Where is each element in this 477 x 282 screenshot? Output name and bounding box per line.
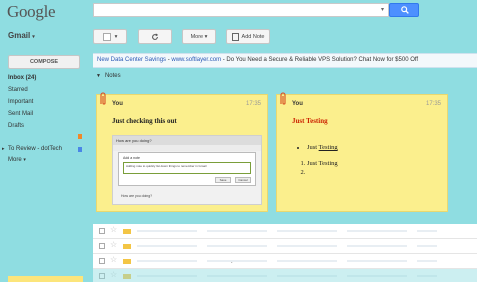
row-checkbox[interactable] [99,273,105,279]
note-author: You [292,101,303,107]
message-list: ☆ ☆ ☆ . ☆ [93,224,477,282]
add-note-button[interactable]: Add Note [226,29,270,44]
gmail-app-menu[interactable]: Gmail ▾ [8,31,35,40]
important-marker-icon[interactable] [123,229,131,234]
note-icon [231,32,239,41]
refresh-button[interactable] [138,29,172,44]
ad-title[interactable]: New Data Center Savings [97,57,166,63]
label-color-blue[interactable] [78,147,82,152]
expand-arrow-icon[interactable]: ▸ [2,146,5,152]
note-timestamp: 17:35 [245,101,261,107]
important-marker-icon[interactable] [123,259,131,264]
star-icon[interactable]: ☆ [110,270,117,279]
chevron-down-icon: ▾ [23,157,26,163]
list-item: Just Testing [307,159,338,168]
note-card[interactable]: You 17:35 Just checking this out How are… [96,92,268,212]
row-checkbox[interactable] [99,228,105,234]
bullet-underlined-text: Testing [318,144,338,151]
note-card[interactable]: You 17:35 Just Testing Just Testing Just… [276,92,448,212]
gmail-label: Gmail [8,31,31,40]
sidebar-bottom-note [8,276,83,282]
note-title: Just Testing [292,117,328,125]
row-preview [137,260,437,262]
ad-description: - Do You Need a Secure & Reliable VPS So… [221,57,419,63]
notes-section-label: Notes [104,73,121,79]
row-preview [137,245,437,247]
screenshot-dialog: Add a note Adding note to quickly list d… [118,152,256,186]
sidebar-item-more[interactable]: More ▾ [8,157,26,163]
row-preview [137,230,437,232]
refresh-icon [152,32,159,40]
sidebar-item-drafts[interactable]: Drafts [8,123,24,129]
notes-section-toggle[interactable]: ▼ Notes [96,73,121,79]
star-icon[interactable]: ☆ [110,255,117,264]
table-row[interactable]: ☆ [93,239,477,254]
paperclip-icon [100,92,106,105]
ad-url[interactable]: www.softlayer.com [171,57,221,63]
search-input[interactable] [93,3,389,17]
note-title: Just checking this out [112,117,177,125]
paperclip-icon [280,92,286,105]
search-button[interactable] [389,3,419,17]
note-numbered-list: Just Testing [307,159,338,177]
compose-button[interactable]: COMPOSE [8,55,80,69]
bullet-text: Just [307,144,319,151]
note-author: You [112,101,123,107]
table-row[interactable]: ☆ [93,269,477,282]
note-screenshot-image: How are you doing? Add a note Adding not… [112,135,262,205]
screenshot-caption: How are you doing? [121,194,153,198]
row-text: . [231,259,233,265]
sidebar-item-label-to-review[interactable]: To Review - dotTech [8,146,62,152]
table-row[interactable]: ☆ . [93,254,477,269]
sidebar-item-sent-mail[interactable]: Sent Mail [8,111,33,117]
label-color-orange[interactable] [78,134,82,139]
star-icon[interactable]: ☆ [110,225,117,234]
more-label: More [8,157,22,163]
note-timestamp: 17:35 [425,101,441,107]
list-item: Just Testing [307,143,338,152]
search-icon [401,6,409,14]
note-bullet-list: Just Testing [307,143,338,152]
important-marker-icon[interactable] [123,244,131,249]
checkbox-icon [102,32,111,41]
important-marker-icon[interactable] [123,274,131,279]
select-checkbox-button[interactable]: ▾ [93,29,127,44]
collapse-triangle-icon: ▼ [96,73,101,79]
screenshot-save-button: Save [215,177,231,183]
screenshot-title: How are you doing? [113,136,261,145]
star-icon[interactable]: ☆ [110,240,117,249]
more-button-label: More [190,33,204,40]
chevron-down-icon: ▾ [114,33,118,40]
screenshot-note-field: Adding note to quickly list down things … [123,162,251,174]
screenshot-cancel-button: Cancel [235,177,251,183]
chevron-down-icon: ▾ [32,34,35,40]
screenshot-dialog-label: Add a note [123,156,140,160]
row-checkbox[interactable] [99,243,105,249]
row-checkbox[interactable] [99,258,105,264]
sidebar-item-inbox[interactable]: Inbox (24) [8,75,36,81]
sidebar-item-starred[interactable]: Starred [8,87,28,93]
screenshot-toolbar [113,145,261,151]
google-logo[interactable]: Google [7,2,56,22]
sponsored-ad[interactable]: New Data Center Savings - www.softlayer.… [93,53,477,68]
search-options-caret-icon[interactable]: ▾ [381,6,384,13]
row-preview [137,275,437,277]
chevron-down-icon: ▾ [204,33,208,40]
sidebar-item-important[interactable]: Important [8,99,33,105]
table-row[interactable]: ☆ [93,224,477,239]
add-note-label: Add Note [241,33,265,40]
more-button[interactable]: More ▾ [182,29,216,44]
list-item [307,168,338,177]
